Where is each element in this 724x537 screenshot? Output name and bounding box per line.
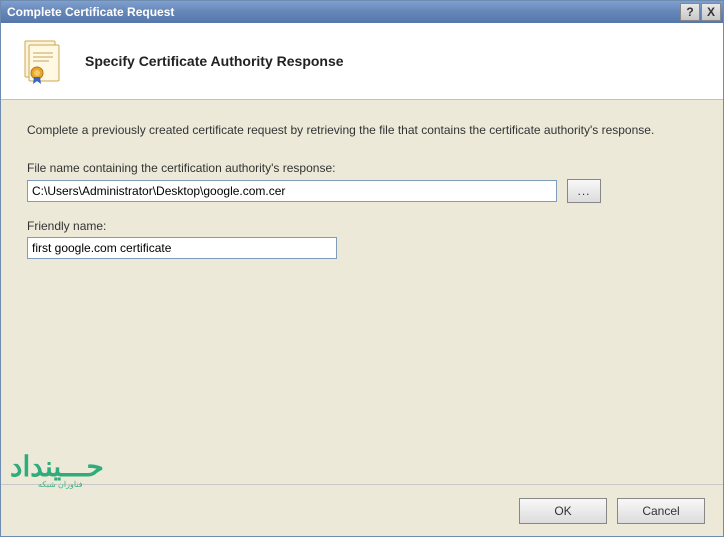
ok-button[interactable]: OK [519,498,607,524]
friendly-name-row [27,237,697,259]
content-area: Complete a previously created certificat… [1,100,723,484]
page-title: Specify Certificate Authority Response [85,53,344,69]
friendly-name-label: Friendly name: [27,219,697,233]
titlebar-buttons: ? X [679,3,721,21]
file-field-row: ... [27,179,697,203]
close-icon: X [707,5,715,19]
certificate-icon [19,37,67,85]
cancel-button[interactable]: Cancel [617,498,705,524]
titlebar: Complete Certificate Request ? X [1,1,723,23]
window-title: Complete Certificate Request [7,5,679,19]
friendly-name-input[interactable] [27,237,337,259]
browse-button-label: ... [577,184,590,198]
dialog-footer: OK Cancel [1,484,723,536]
file-field-label: File name containing the certification a… [27,161,697,175]
dialog-window: Complete Certificate Request ? X Specif [0,0,724,537]
help-icon: ? [686,5,693,19]
help-button[interactable]: ? [680,3,700,21]
close-button[interactable]: X [701,3,721,21]
description-text: Complete a previously created certificat… [27,122,697,139]
header-section: Specify Certificate Authority Response [1,23,723,100]
browse-button[interactable]: ... [567,179,601,203]
file-path-input[interactable] [27,180,557,202]
